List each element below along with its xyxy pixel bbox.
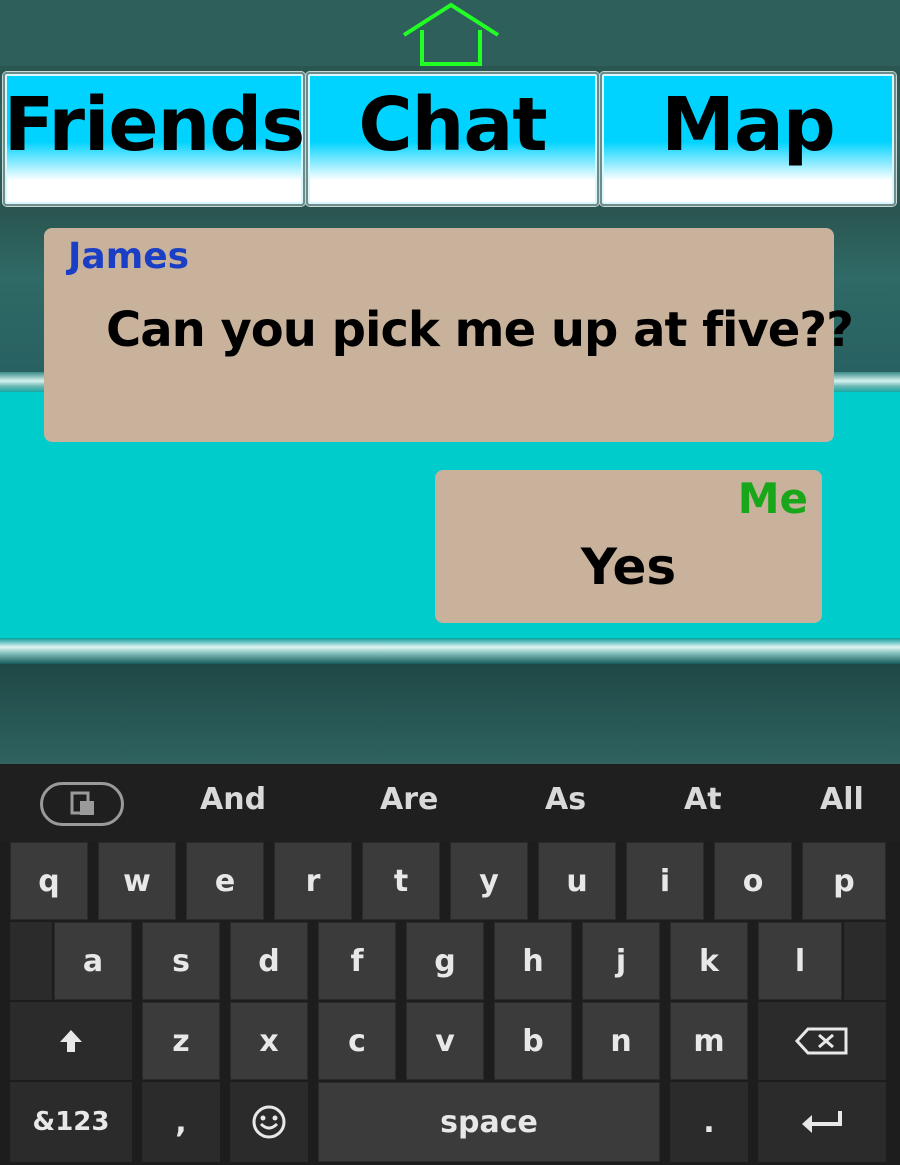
key-a[interactable]: a <box>54 922 132 1000</box>
key-c[interactable]: c <box>318 1002 396 1080</box>
key-r[interactable]: r <box>274 842 352 920</box>
message-bubble-received: James Can you pick me up at five?? <box>44 228 854 442</box>
enter-key[interactable] <box>758 1082 886 1162</box>
suggestion-item[interactable]: And <box>200 782 266 817</box>
key-e[interactable]: e <box>186 842 264 920</box>
key-o[interactable]: o <box>714 842 792 920</box>
key-l[interactable]: l <box>758 922 842 1000</box>
message-text: Can you pick me up at five?? <box>106 302 854 358</box>
key-comma[interactable]: , <box>142 1082 220 1162</box>
suggestion-item[interactable]: At <box>684 782 722 817</box>
tab-map-label: Map <box>661 82 836 168</box>
key-v[interactable]: v <box>406 1002 484 1080</box>
key-u[interactable]: u <box>538 842 616 920</box>
key-d[interactable]: d <box>230 922 308 1000</box>
chat-divider-bottom <box>0 638 900 664</box>
key-i[interactable]: i <box>626 842 704 920</box>
backspace-icon <box>794 1027 848 1055</box>
on-screen-keyboard: And Are As At All q w e r t y u i o p a … <box>0 764 900 1165</box>
space-key[interactable]: space <box>318 1082 660 1162</box>
key-x[interactable]: x <box>230 1002 308 1080</box>
message-bubble-sent: Me Yes <box>435 470 822 623</box>
key-t[interactable]: t <box>362 842 440 920</box>
key-f[interactable]: f <box>318 922 396 1000</box>
tab-chat-label: Chat <box>358 82 547 168</box>
sender-name: Me <box>737 474 808 523</box>
key-j[interactable]: j <box>582 922 660 1000</box>
key-p[interactable]: p <box>802 842 886 920</box>
key-z[interactable]: z <box>142 1002 220 1080</box>
emoji-key[interactable] <box>230 1082 308 1162</box>
key-h[interactable]: h <box>494 922 572 1000</box>
tab-friends-label: Friends <box>3 82 306 168</box>
suggestion-bar: And Are As At All <box>0 764 900 842</box>
shift-icon <box>60 1030 82 1052</box>
key-m[interactable]: m <box>670 1002 748 1080</box>
emoji-icon <box>252 1105 286 1139</box>
tab-chat[interactable]: Chat <box>306 72 599 206</box>
key-q[interactable]: q <box>10 842 88 920</box>
key-spacer <box>844 922 886 1000</box>
key-g[interactable]: g <box>406 922 484 1000</box>
enter-icon <box>802 1111 842 1133</box>
key-spacer <box>10 922 52 1000</box>
tab-map[interactable]: Map <box>600 72 896 206</box>
key-y[interactable]: y <box>450 842 528 920</box>
message-text: Yes <box>580 538 677 596</box>
input-area <box>0 664 900 764</box>
key-s[interactable]: s <box>142 922 220 1000</box>
suggestion-item[interactable]: As <box>545 782 586 817</box>
key-n[interactable]: n <box>582 1002 660 1080</box>
shift-key[interactable] <box>10 1002 132 1080</box>
key-k[interactable]: k <box>670 922 748 1000</box>
sender-name: James <box>68 236 190 277</box>
suggestion-item[interactable]: Are <box>380 782 438 817</box>
home-icon[interactable] <box>402 2 500 66</box>
backspace-key[interactable] <box>758 1002 886 1080</box>
clipboard-icon[interactable] <box>40 782 124 826</box>
suggestion-item[interactable]: All <box>820 782 864 817</box>
key-period[interactable]: . <box>670 1082 748 1162</box>
tab-friends[interactable]: Friends <box>3 72 305 206</box>
symbols-key[interactable]: &123 <box>10 1082 132 1162</box>
key-b[interactable]: b <box>494 1002 572 1080</box>
key-w[interactable]: w <box>98 842 176 920</box>
